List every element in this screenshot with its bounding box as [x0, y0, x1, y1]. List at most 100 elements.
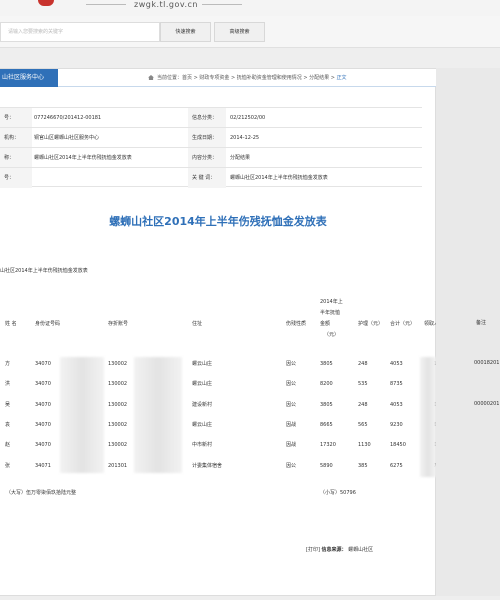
cell-nature: 因公 — [286, 463, 297, 469]
cell-id: 34071 — [35, 463, 51, 469]
meta-row: 号： 077246670/201412-00181 信息分类： 02/21250… — [0, 107, 422, 128]
col-header-amount: 2014年上 — [320, 299, 343, 305]
cell-total: 4053 — [390, 361, 403, 367]
home-icon — [148, 75, 154, 80]
col-header-address: 住址 — [192, 321, 203, 327]
site-url: zwgk.tl.gov.cn — [134, 0, 198, 9]
cell-total: 9230 — [390, 422, 403, 428]
total-uppercase: （大写）伍万零柒佰玖拾陆元整 — [6, 490, 77, 496]
breadcrumb-path[interactable]: 当前位置：首页 > 财政专项资金 > 抚恤补助资金管理和使用情况 > 分配结果 … — [157, 75, 336, 81]
cell-passbook: 130002 — [108, 402, 128, 408]
category-label: 信息分类： — [188, 108, 226, 128]
divider — [202, 4, 242, 5]
cell-passbook: 130002 — [108, 381, 128, 387]
redacted-id-block — [60, 357, 104, 473]
index-value: 077246670/201412-00181 — [34, 115, 102, 121]
name-value: 螺蛳山社区2014年上半年伤残抚恤金发放表 — [34, 155, 132, 161]
cell-total: 6275 — [390, 463, 403, 469]
col-header-amount: 半年抚恤 — [320, 310, 341, 316]
col-header-nursing: 护理（元） — [358, 321, 384, 327]
cell-nature: 因公 — [286, 361, 297, 367]
cell-address: 建设新村 — [192, 402, 213, 408]
cell-amount: 8665 — [320, 422, 333, 428]
source-label: 信息来源： — [321, 547, 347, 553]
cell-amount: 8200 — [320, 381, 333, 387]
breadcrumb: 当前位置：首页 > 财政专项资金 > 抚恤补助资金管理和使用情况 > 分配结果 … — [148, 69, 347, 87]
cell-remark: 00018201 — [474, 360, 500, 366]
cell-nursing: 248 — [358, 361, 368, 367]
cell-address: 计委集体宿舍 — [192, 463, 223, 469]
content-page: 山社区服务中心 当前位置：首页 > 财政专项资金 > 抚恤补助资金管理和使用情况… — [0, 68, 449, 596]
index-label: 号： — [0, 108, 32, 128]
col-header-id: 身份证号码 — [35, 321, 61, 327]
redacted-signature-block — [420, 357, 436, 477]
keywords-label: 关 键 词： — [188, 168, 226, 188]
col-header-amount: （元） — [324, 332, 340, 338]
section-tab[interactable]: 山社区服务中心 — [0, 69, 58, 87]
cell-nursing: 535 — [358, 381, 368, 387]
content-category-value: 分配结果 — [230, 155, 251, 161]
redacted-passbook-block — [134, 357, 182, 473]
meta-row: 机构： 铜官山区螺蛳山社区服务中心 生成日期： 2014-12-25 — [0, 127, 422, 148]
cell-id: 34070 — [35, 381, 51, 387]
col-header-nature: 伤残性质 — [286, 321, 307, 327]
cell-nursing: 385 — [358, 463, 368, 469]
total-lowercase: （小写）50796 — [320, 490, 356, 496]
cell-amount: 3805 — [320, 361, 333, 367]
cell-name: 袁 — [5, 422, 11, 428]
breadcrumb-current: 正文 — [336, 75, 347, 81]
category-value: 02/212502/00 — [230, 115, 266, 121]
search-input[interactable]: 请输入您要搜索的关键字 — [0, 22, 160, 42]
cell-address: 中市新村 — [192, 442, 213, 448]
col-header-name: 姓 名 — [5, 321, 17, 327]
cell-id: 34070 — [35, 402, 51, 408]
metadata-table: 号： 077246670/201412-00181 信息分类： 02/21250… — [0, 107, 422, 261]
cell-passbook: 201301 — [108, 463, 128, 469]
meta-row: 称： 螺蛳山社区2014年上半年伤残抚恤金发放表 内容分类： 分配结果 — [0, 147, 422, 168]
name-label: 称： — [0, 148, 32, 168]
cell-passbook: 130002 — [108, 361, 128, 367]
advanced-search-button[interactable]: 高级搜索 — [214, 22, 265, 42]
keywords-value: 螺蛳山社区2014年上半年伤残抚恤金发放表 — [230, 175, 328, 181]
col-header-passbook: 存折账号 — [108, 321, 129, 327]
date-value: 2014-12-25 — [230, 135, 260, 141]
cell-name: 赵 — [5, 442, 11, 448]
quick-search-button[interactable]: 快速搜索 — [160, 22, 211, 42]
cell-name: 方 — [5, 361, 11, 367]
col-header-total: 合计（元） — [390, 321, 416, 327]
cell-address: 螺云山庄 — [192, 361, 213, 367]
cell-nature: 因公 — [286, 402, 297, 408]
cell-name: 张 — [5, 463, 11, 469]
cell-amount: 3805 — [320, 402, 333, 408]
cell-total: 18450 — [390, 442, 406, 448]
page-margin — [436, 68, 500, 596]
document-title: 螺蛳山社区2014年上半年伤残抚恤金发放表 — [109, 215, 327, 228]
cell-passbook: 130002 — [108, 422, 128, 428]
divider — [86, 4, 126, 5]
cell-id: 34070 — [35, 361, 51, 367]
document-subtitle: 山社区2014年上半年伤残抚恤金发放表 — [0, 268, 88, 274]
cell-nature: 因公 — [286, 381, 297, 387]
col-header-amount: 金额 — [320, 321, 331, 327]
page-header: 山社区服务中心 当前位置：首页 > 财政专项资金 > 抚恤补助资金管理和使用情况… — [0, 69, 436, 87]
national-emblem-icon — [38, 0, 54, 6]
cell-total: 8735 — [390, 381, 403, 387]
col-header-remark: 备注 — [476, 320, 487, 326]
cell-nursing: 1130 — [358, 442, 371, 448]
publisher-label: 机构： — [0, 128, 32, 148]
source-line: [打印] 信息来源： 螺蛳山社区 — [306, 546, 373, 553]
print-link[interactable]: [打印] — [306, 547, 320, 553]
cell-amount: 17320 — [320, 442, 336, 448]
cell-nature: 因战 — [286, 442, 297, 448]
cell-name: 吴 — [5, 402, 11, 408]
site-header: zwgk.tl.gov.cn — [0, 0, 500, 16]
doc-number-label: 号： — [0, 168, 32, 188]
content-category-label: 内容分类： — [188, 148, 226, 168]
cell-total: 4053 — [390, 402, 403, 408]
search-bar: 请输入您要搜索的关键字 快速搜索 高级搜索 — [0, 16, 500, 48]
cell-name: 洪 — [5, 381, 11, 387]
cell-amount: 5890 — [320, 463, 333, 469]
cell-nursing: 248 — [358, 402, 368, 408]
cell-passbook: 130002 — [108, 442, 128, 448]
cell-nursing: 565 — [358, 422, 368, 428]
